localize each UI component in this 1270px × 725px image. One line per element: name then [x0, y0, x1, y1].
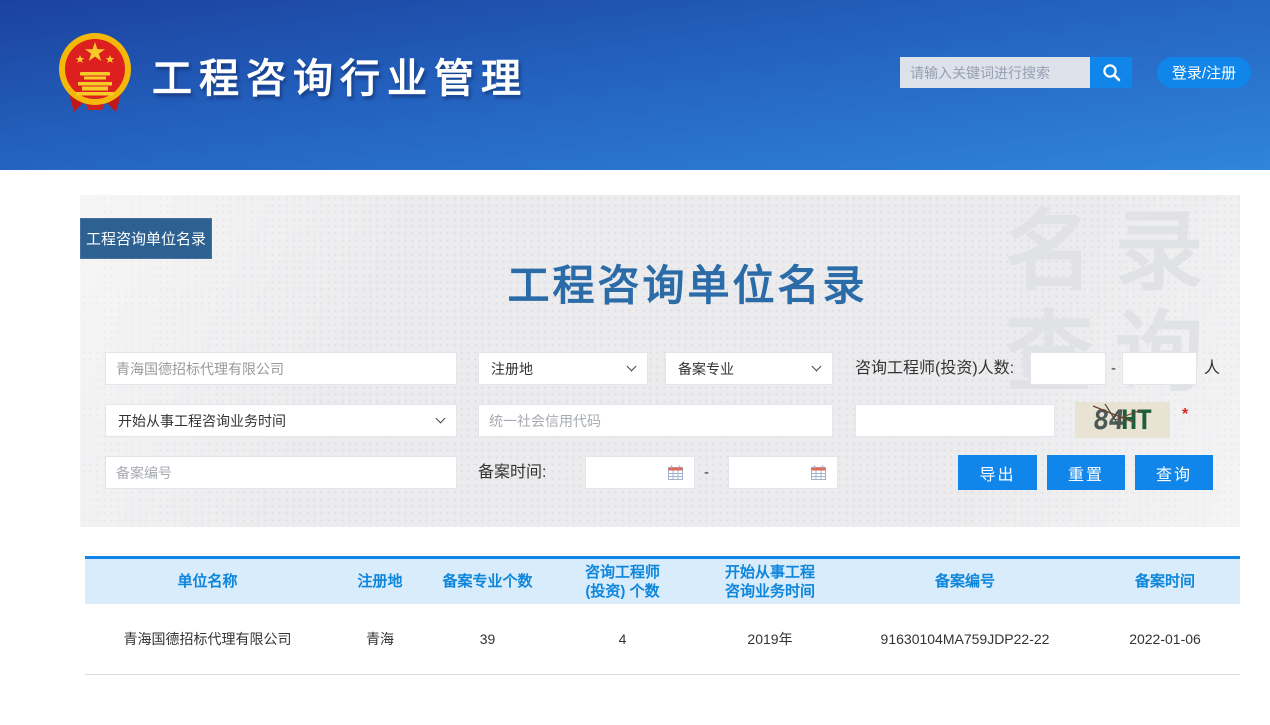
- national-emblem-icon: [58, 32, 132, 114]
- export-button[interactable]: 导出: [958, 455, 1037, 490]
- cell-filing-no: 91630104MA759JDP22-22: [840, 604, 1090, 674]
- cell-unit-name: 青海国德招标代理有限公司: [85, 604, 330, 674]
- captcha-required-mark: *: [1182, 406, 1188, 424]
- registered-place-select-value: 注册地: [491, 359, 533, 379]
- column-header-filing-no: 备案编号: [840, 559, 1090, 604]
- search-icon: [1102, 63, 1121, 82]
- engineer-count-max-input[interactable]: [1122, 352, 1197, 385]
- cell-filing-date: 2022-01-06: [1090, 604, 1240, 674]
- filing-date-range-dash: -: [704, 456, 709, 489]
- filing-time-label: 备案时间:: [478, 456, 546, 489]
- cell-start-year: 2019年: [700, 604, 840, 674]
- captcha-input[interactable]: [855, 404, 1055, 437]
- captcha-image[interactable]: 84 HT: [1075, 402, 1170, 438]
- filing-specialty-select-value: 备案专业: [678, 359, 734, 379]
- site-header: 工程咨询行业管理 登录/注册: [0, 0, 1270, 170]
- company-name-input[interactable]: [105, 352, 457, 385]
- column-header-specialty-count: 备案专业个数: [430, 559, 545, 604]
- engineer-count-label: 咨询工程师(投资)人数:: [855, 352, 1014, 385]
- search-input[interactable]: [900, 57, 1090, 88]
- cell-engineer-count: 4: [545, 604, 700, 674]
- start-time-select-value: 开始从事工程咨询业务时间: [118, 411, 286, 431]
- tab-directory[interactable]: 工程咨询单位名录: [80, 218, 212, 259]
- panel-title: 工程咨询单位名录: [80, 252, 1240, 313]
- column-header-unit-name: 单位名称: [85, 559, 330, 604]
- chevron-down-icon: [812, 362, 822, 372]
- reset-button[interactable]: 重置: [1047, 455, 1125, 490]
- query-button[interactable]: 查询: [1135, 455, 1213, 490]
- credit-code-input[interactable]: [478, 404, 833, 437]
- results-table: 单位名称 注册地 备案专业个数 咨询工程师 (投资) 个数 开始从事工程 咨询业…: [85, 556, 1240, 675]
- site-title: 工程咨询行业管理: [152, 46, 528, 104]
- table-row: 青海国德招标代理有限公司 青海 39 4 2019年 91630104MA759…: [85, 604, 1240, 675]
- engineer-range-dash: -: [1111, 352, 1116, 385]
- directory-panel: 名录 查询 工程咨询单位名录 工程咨询单位名录 注册地 备案专业 咨询工程师(投…: [80, 195, 1240, 527]
- cell-place: 青海: [330, 604, 430, 674]
- filing-number-input[interactable]: [105, 456, 457, 489]
- column-header-filing-time: 备案时间: [1090, 559, 1240, 604]
- calendar-icon[interactable]: [811, 465, 826, 485]
- start-time-select[interactable]: 开始从事工程咨询业务时间: [105, 404, 457, 437]
- captcha-noise-lines: [1075, 402, 1170, 438]
- national-emblem-logo: [58, 32, 132, 114]
- search-button[interactable]: [1090, 57, 1132, 88]
- cell-specialty-count: 39: [430, 604, 545, 674]
- table-header-row: 单位名称 注册地 备案专业个数 咨询工程师 (投资) 个数 开始从事工程 咨询业…: [85, 556, 1240, 604]
- column-header-start-time: 开始从事工程 咨询业务时间: [700, 559, 840, 604]
- chevron-down-icon: [627, 362, 637, 372]
- column-header-engineer-count: 咨询工程师 (投资) 个数: [545, 559, 700, 604]
- login-register-button[interactable]: 登录/注册: [1157, 57, 1251, 88]
- engineer-count-min-input[interactable]: [1030, 352, 1106, 385]
- calendar-icon[interactable]: [668, 465, 683, 485]
- filing-specialty-select[interactable]: 备案专业: [665, 352, 833, 385]
- chevron-down-icon: [436, 414, 446, 424]
- person-unit-label: 人: [1204, 352, 1220, 385]
- column-header-place: 注册地: [330, 559, 430, 604]
- registered-place-select[interactable]: 注册地: [478, 352, 648, 385]
